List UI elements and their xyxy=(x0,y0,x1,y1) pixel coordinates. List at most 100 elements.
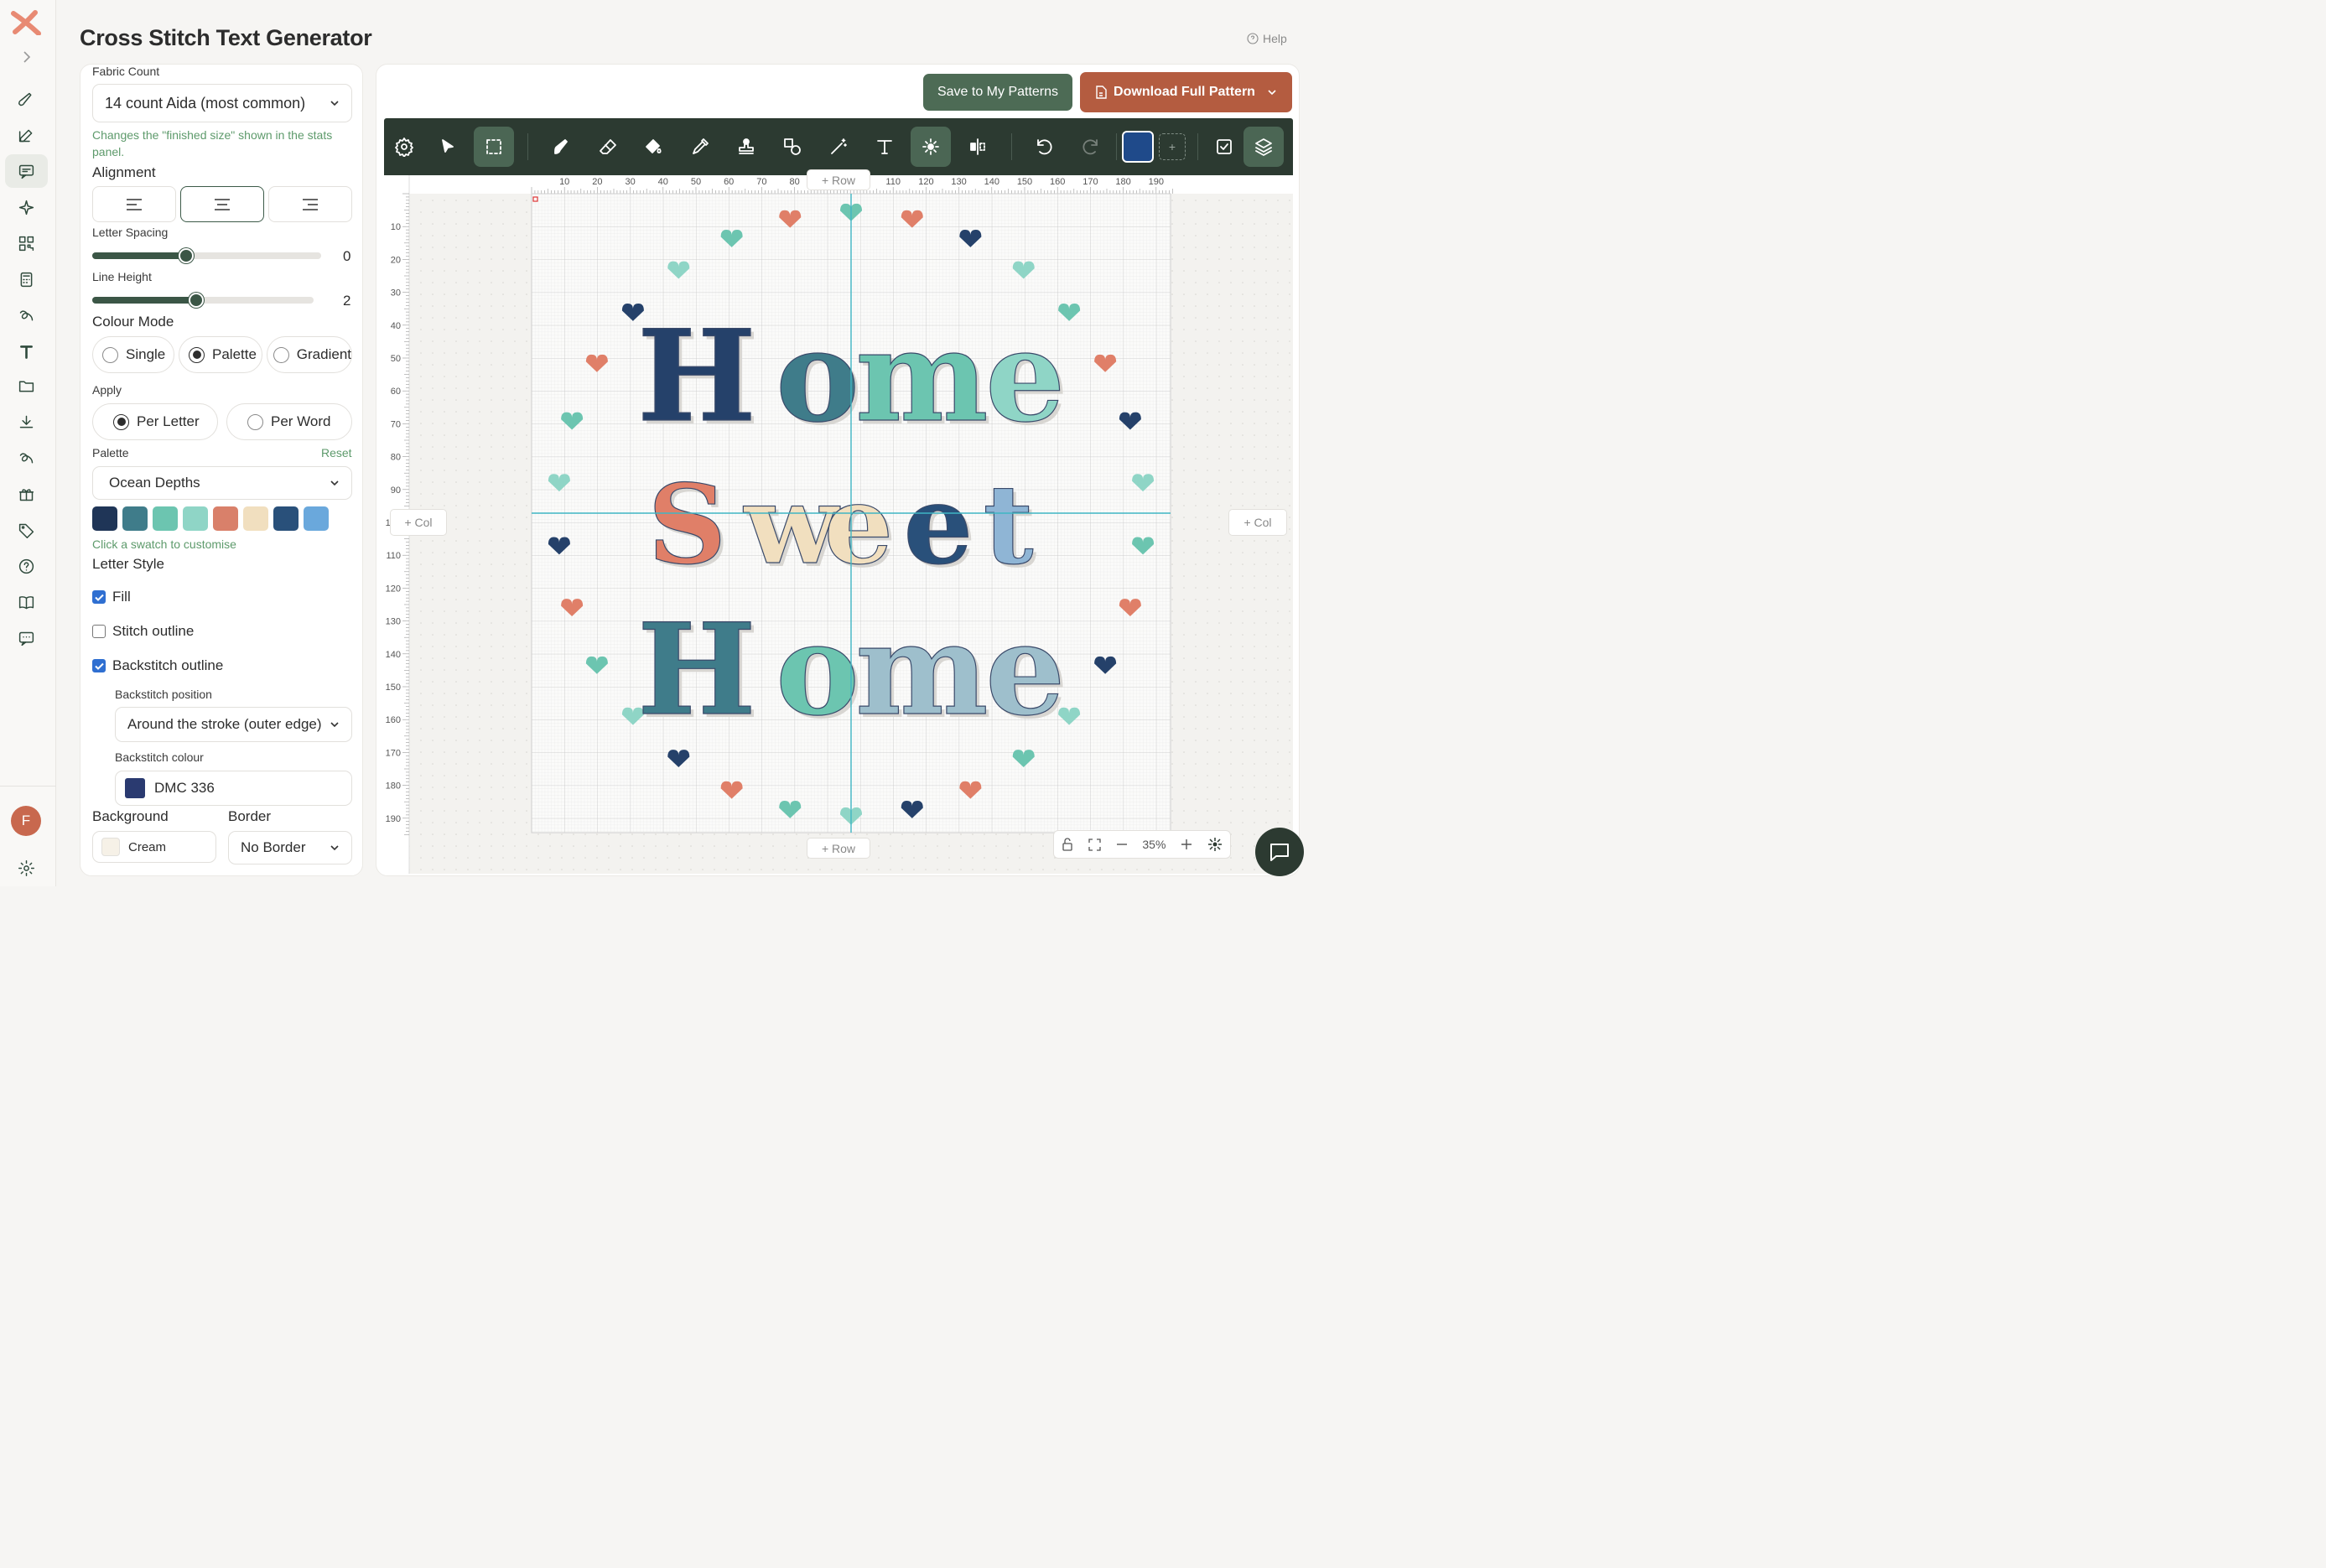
nav-folder-icon[interactable] xyxy=(5,369,48,402)
brush-icon[interactable] xyxy=(542,127,582,167)
backstitch-outline-checkbox[interactable] xyxy=(92,659,106,672)
fullscreen-icon[interactable] xyxy=(1088,838,1101,851)
redo-icon[interactable] xyxy=(1071,127,1111,167)
zoom-controls: 35% xyxy=(1053,830,1231,859)
align-left-button[interactable] xyxy=(92,186,176,222)
nav-thread-2-icon[interactable] xyxy=(5,441,48,475)
magic-wand-icon[interactable] xyxy=(818,127,859,167)
add-col-left-button[interactable]: + Col xyxy=(390,509,447,536)
add-colour-button[interactable]: + xyxy=(1159,133,1186,160)
backstitch-position-select[interactable]: Around the stroke (outer edge) xyxy=(115,707,352,742)
add-col-right-button[interactable]: + Col xyxy=(1228,509,1287,536)
letter-spacing-knob[interactable] xyxy=(179,248,194,263)
ruler-left-label: 30 xyxy=(391,288,401,299)
marquee-select-icon[interactable] xyxy=(474,127,514,167)
nav-calculator-icon[interactable] xyxy=(5,262,48,296)
mirror-icon[interactable] xyxy=(958,127,998,167)
add-row-bottom-button[interactable]: + Row xyxy=(807,838,870,859)
eraser-icon[interactable] xyxy=(588,127,628,167)
layers-icon[interactable] xyxy=(1243,127,1284,167)
backstitch-colour-picker[interactable]: DMC 336 xyxy=(115,771,352,806)
help-link[interactable]: Help xyxy=(1247,32,1287,45)
select-pointer-icon[interactable] xyxy=(428,127,468,167)
align-center-button[interactable] xyxy=(180,186,264,222)
fabric-count-note: Changes the "finished size" shown in the… xyxy=(92,128,333,158)
nav-qr-code-icon[interactable] xyxy=(5,226,48,260)
nav-help-icon[interactable] xyxy=(5,549,48,583)
palette-swatch-1[interactable] xyxy=(92,506,117,531)
nav-download-icon[interactable] xyxy=(5,405,48,439)
ruler-left-label: 70 xyxy=(391,419,401,429)
ruler-left-label: 90 xyxy=(391,485,401,496)
colour-mode-single[interactable]: Single xyxy=(92,336,174,373)
palette-reset-link[interactable]: Reset xyxy=(321,446,352,459)
fill-label: Fill xyxy=(112,589,131,605)
unlock-icon[interactable] xyxy=(1062,838,1073,851)
pattern-letter: e xyxy=(824,460,894,589)
palette-swatch-3[interactable] xyxy=(153,506,178,531)
add-row-top-button[interactable]: + Row xyxy=(807,169,870,190)
letter-spacing-slider[interactable] xyxy=(92,248,321,263)
fill-checkbox[interactable] xyxy=(92,590,106,604)
checklist-icon[interactable] xyxy=(1204,127,1244,167)
zoom-out-icon[interactable] xyxy=(1116,839,1128,850)
nav-book-icon[interactable] xyxy=(5,585,48,619)
pattern-canvas-area[interactable]: 1020304050607080901001101201301401501601… xyxy=(384,169,1293,874)
colour-mode-palette[interactable]: Palette xyxy=(179,336,262,373)
sparkle-settings-icon[interactable] xyxy=(1207,837,1223,852)
ruler-top-label: 70 xyxy=(756,177,766,187)
save-to-patterns-button[interactable]: Save to My Patterns xyxy=(923,74,1072,111)
eyedropper-icon[interactable] xyxy=(680,127,720,167)
nav-sparkle-icon[interactable] xyxy=(5,190,48,224)
nav-text-tool-icon[interactable] xyxy=(5,335,48,368)
app-logo-icon[interactable] xyxy=(10,10,42,35)
apply-per-word[interactable]: Per Word xyxy=(226,403,352,440)
canvas-panel: Save to My Patterns Download Full Patter… xyxy=(376,64,1300,876)
pattern-canvas[interactable]: 1020304050607080901001101201301401501601… xyxy=(384,175,1293,874)
palette-select[interactable]: Ocean Depths xyxy=(92,466,352,500)
ruler-left-label: 60 xyxy=(391,387,401,397)
user-avatar[interactable]: F xyxy=(11,806,41,836)
apply-per-letter[interactable]: Per Letter xyxy=(92,403,218,440)
ruler-top-label: 20 xyxy=(592,177,602,187)
align-right-button[interactable] xyxy=(268,186,352,222)
current-colour-swatch[interactable] xyxy=(1122,131,1154,163)
palette-swatch-6[interactable] xyxy=(243,506,268,531)
background-label: Background xyxy=(92,808,169,824)
sidebar-divider xyxy=(0,786,56,787)
nav-edit-icon[interactable] xyxy=(5,118,48,152)
sparkle-icon[interactable] xyxy=(911,127,951,167)
expand-sidebar-chevron-icon[interactable] xyxy=(18,49,35,65)
nav-tag-icon[interactable] xyxy=(5,513,48,547)
zoom-in-icon[interactable] xyxy=(1181,839,1192,850)
nav-settings-gear-icon[interactable] xyxy=(5,851,48,885)
nav-gift-icon[interactable] xyxy=(5,477,48,511)
border-select[interactable]: No Border xyxy=(228,831,352,864)
palette-swatch-5[interactable] xyxy=(213,506,238,531)
settings-icon[interactable] xyxy=(384,127,424,167)
stitch-outline-checkbox[interactable] xyxy=(92,625,106,638)
undo-icon[interactable] xyxy=(1024,127,1064,167)
line-height-knob[interactable] xyxy=(189,293,204,308)
download-pattern-button[interactable]: Download Full Pattern xyxy=(1080,72,1292,112)
nav-brush-icon[interactable] xyxy=(5,82,48,116)
fabric-count-select[interactable]: 14 count Aida (most common) xyxy=(92,84,352,122)
nav-feedback-icon[interactable] xyxy=(5,621,48,655)
background-select[interactable]: Cream xyxy=(92,831,216,863)
fabric-count-label: Fabric Count xyxy=(92,65,160,78)
shapes-icon[interactable] xyxy=(772,127,813,167)
palette-swatch-8[interactable] xyxy=(304,506,329,531)
fill-bucket-icon[interactable] xyxy=(633,127,673,167)
palette-swatch-2[interactable] xyxy=(122,506,148,531)
chat-button[interactable] xyxy=(1255,828,1304,876)
nav-thread-icon[interactable] xyxy=(5,299,48,332)
stamp-icon[interactable] xyxy=(726,127,766,167)
text-tool-icon[interactable] xyxy=(864,127,905,167)
pattern-letter: H xyxy=(637,303,756,450)
chevron-down-icon xyxy=(1268,90,1276,96)
palette-swatch-4[interactable] xyxy=(183,506,208,531)
palette-swatch-7[interactable] xyxy=(273,506,299,531)
nav-text-bubble-icon[interactable] xyxy=(5,154,48,188)
line-height-slider[interactable] xyxy=(92,293,314,308)
colour-mode-gradient[interactable]: Gradient xyxy=(267,336,352,373)
